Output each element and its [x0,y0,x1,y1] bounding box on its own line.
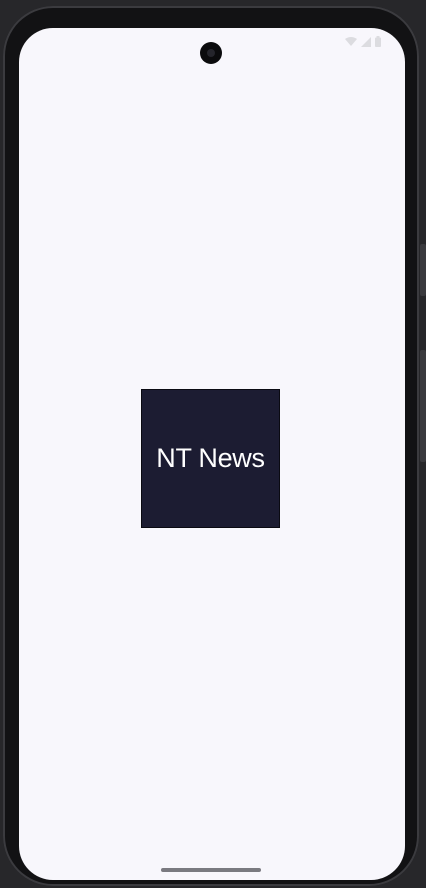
volume-button [420,244,426,296]
front-camera [200,42,222,64]
home-indicator[interactable] [161,868,261,872]
battery-icon [375,36,381,47]
power-button [420,350,426,462]
device-bezel: NT News [3,6,419,886]
signal-icon [361,36,371,47]
app-logo: NT News [141,389,280,528]
device-frame: NT News [0,0,426,888]
app-screen: NT News [19,28,405,880]
status-icons [345,36,381,47]
wifi-icon [345,36,357,47]
logo-text: NT News [156,443,265,473]
